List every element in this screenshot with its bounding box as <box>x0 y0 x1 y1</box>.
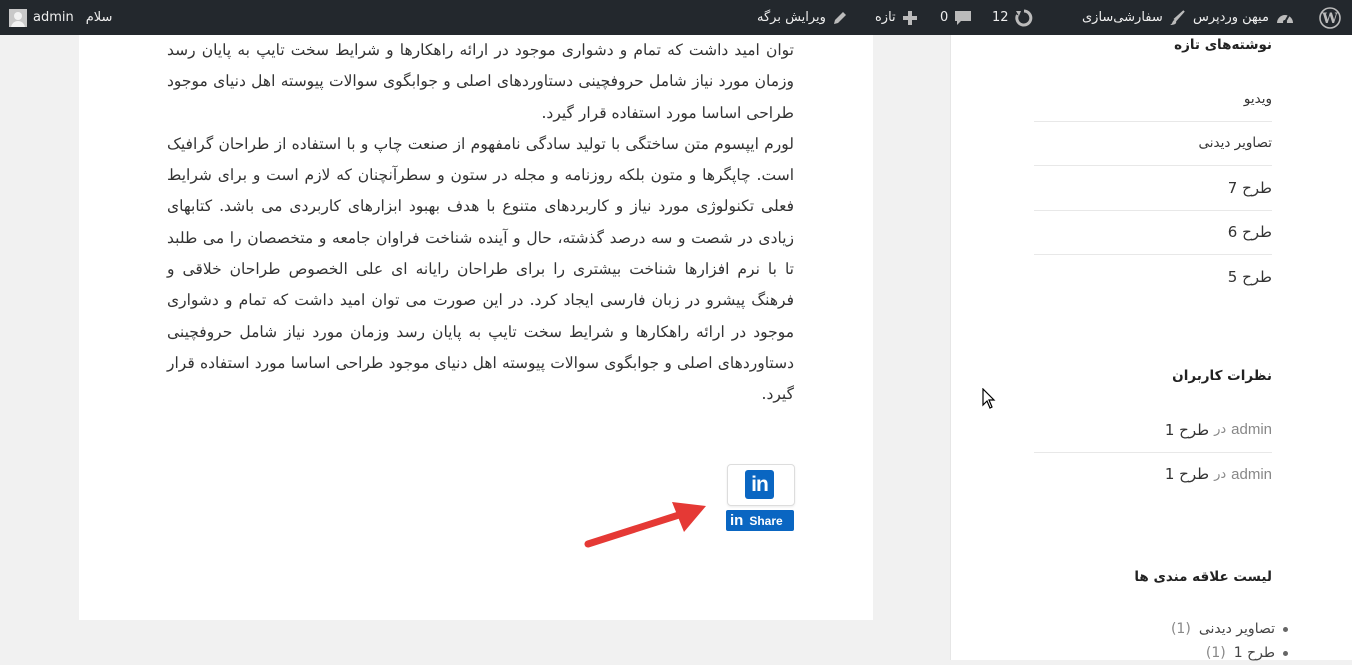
recent-comments-title: نظرات کاربران <box>1172 368 1272 384</box>
comment-author[interactable]: admin <box>1231 421 1272 438</box>
sidebar-gap <box>873 35 950 660</box>
wordpress-icon: W <box>1319 6 1341 29</box>
customize-label: سفارشی‌سازی <box>1082 10 1163 25</box>
article-body: توان امید داشت که تمام و دشواری موجود در… <box>167 35 794 411</box>
red-arrow-annotation <box>584 502 706 548</box>
plus-icon <box>902 10 917 25</box>
admin-bar: admin سلام ویرایش برگه تازه 0 12 سفارشی‌… <box>0 0 1352 35</box>
linkedin-logo-icon[interactable]: in <box>745 470 774 499</box>
wishlist-item-count: (1) <box>1170 621 1191 637</box>
new-label: تازه <box>875 10 896 25</box>
recent-post-link[interactable]: طرح 6 <box>1034 211 1272 255</box>
updates-link[interactable]: 12 <box>992 0 1033 35</box>
recent-post-link[interactable]: طرح 5 <box>1034 255 1272 299</box>
comment-post-link[interactable]: طرح 1 <box>1165 465 1209 483</box>
bullet <box>1283 626 1288 632</box>
edit-page-label: ویرایش برگه <box>757 10 826 25</box>
svg-text:W: W <box>1321 11 1338 27</box>
recent-comments-list: admin در طرح 1 admin در طرح 1 <box>1034 408 1272 496</box>
new-content-link[interactable]: تازه <box>875 0 918 35</box>
recent-posts-list: ویدیو تصاویر دیدنی طرح 7 طرح 6 طرح 5 <box>1034 77 1272 299</box>
recent-posts-title: نوشته‌های تازه <box>1174 37 1272 53</box>
pencil-icon <box>833 11 846 24</box>
mouse-cursor-icon <box>982 388 996 409</box>
comment-author[interactable]: admin <box>1231 466 1272 483</box>
share-button-label: Share <box>749 513 783 528</box>
article-paragraph: لورم ایپسوم متن ساختگی با تولید سادگی نا… <box>167 134 794 404</box>
comment-connector: در <box>1214 466 1227 482</box>
linkedin-mini-icon: in <box>730 512 744 529</box>
post-content-area: توان امید داشت که تمام و دشواری موجود در… <box>79 35 873 620</box>
comment-item: admin در طرح 1 <box>1034 453 1272 497</box>
comment-post-link[interactable]: طرح 1 <box>1165 421 1209 439</box>
edit-page-link[interactable]: ویرایش برگه <box>757 0 848 35</box>
wishlist-title: لیست علاقه مندی ها <box>1134 569 1272 585</box>
updates-count: 12 <box>992 10 1009 25</box>
article-paragraph: توان امید داشت که تمام و دشواری موجود در… <box>167 41 794 122</box>
bullet <box>1283 650 1288 656</box>
avatar <box>9 8 27 27</box>
content-footer-strip <box>79 620 873 660</box>
wishlist-list: تصاویر دیدنی (1) طرح 1 (1) <box>1171 617 1288 665</box>
refresh-icon <box>1014 9 1032 26</box>
customize-link[interactable]: سفارشی‌سازی <box>1082 0 1185 35</box>
wishlist-item-label: طرح 1 <box>1233 645 1275 661</box>
wishlist-item[interactable]: طرح 1 (1) <box>1171 641 1288 665</box>
comment-item: admin در طرح 1 <box>1034 408 1272 453</box>
comments-count: 0 <box>940 10 949 25</box>
linkedin-share-button[interactable]: in Share <box>726 510 794 531</box>
comment-icon <box>955 10 972 25</box>
site-name: میهن وردپرس <box>1193 10 1269 25</box>
comments-link[interactable]: 0 <box>940 0 972 35</box>
greeting: سلام <box>85 10 113 25</box>
wishlist-item-label: تصاویر دیدنی <box>1198 621 1275 637</box>
sidebar: نوشته‌های تازه ویدیو تصاویر دیدنی طرح 7 … <box>950 35 1352 660</box>
comment-connector: در <box>1214 422 1227 438</box>
recent-post-link[interactable]: طرح 7 <box>1034 166 1272 211</box>
recent-post-link[interactable]: تصاویر دیدنی <box>1034 122 1272 166</box>
wordpress-logo[interactable]: W <box>1319 0 1341 35</box>
dashboard-icon <box>1276 14 1293 24</box>
wishlist-item-count: (1) <box>1205 645 1226 661</box>
brush-icon <box>1169 9 1185 25</box>
site-name-link[interactable]: میهن وردپرس <box>1193 0 1295 35</box>
recent-post-link[interactable]: ویدیو <box>1034 77 1272 122</box>
username: admin <box>33 10 74 25</box>
wishlist-item[interactable]: تصاویر دیدنی (1) <box>1171 617 1288 641</box>
page-gutter <box>0 35 79 660</box>
my-account[interactable]: admin سلام <box>9 0 112 35</box>
